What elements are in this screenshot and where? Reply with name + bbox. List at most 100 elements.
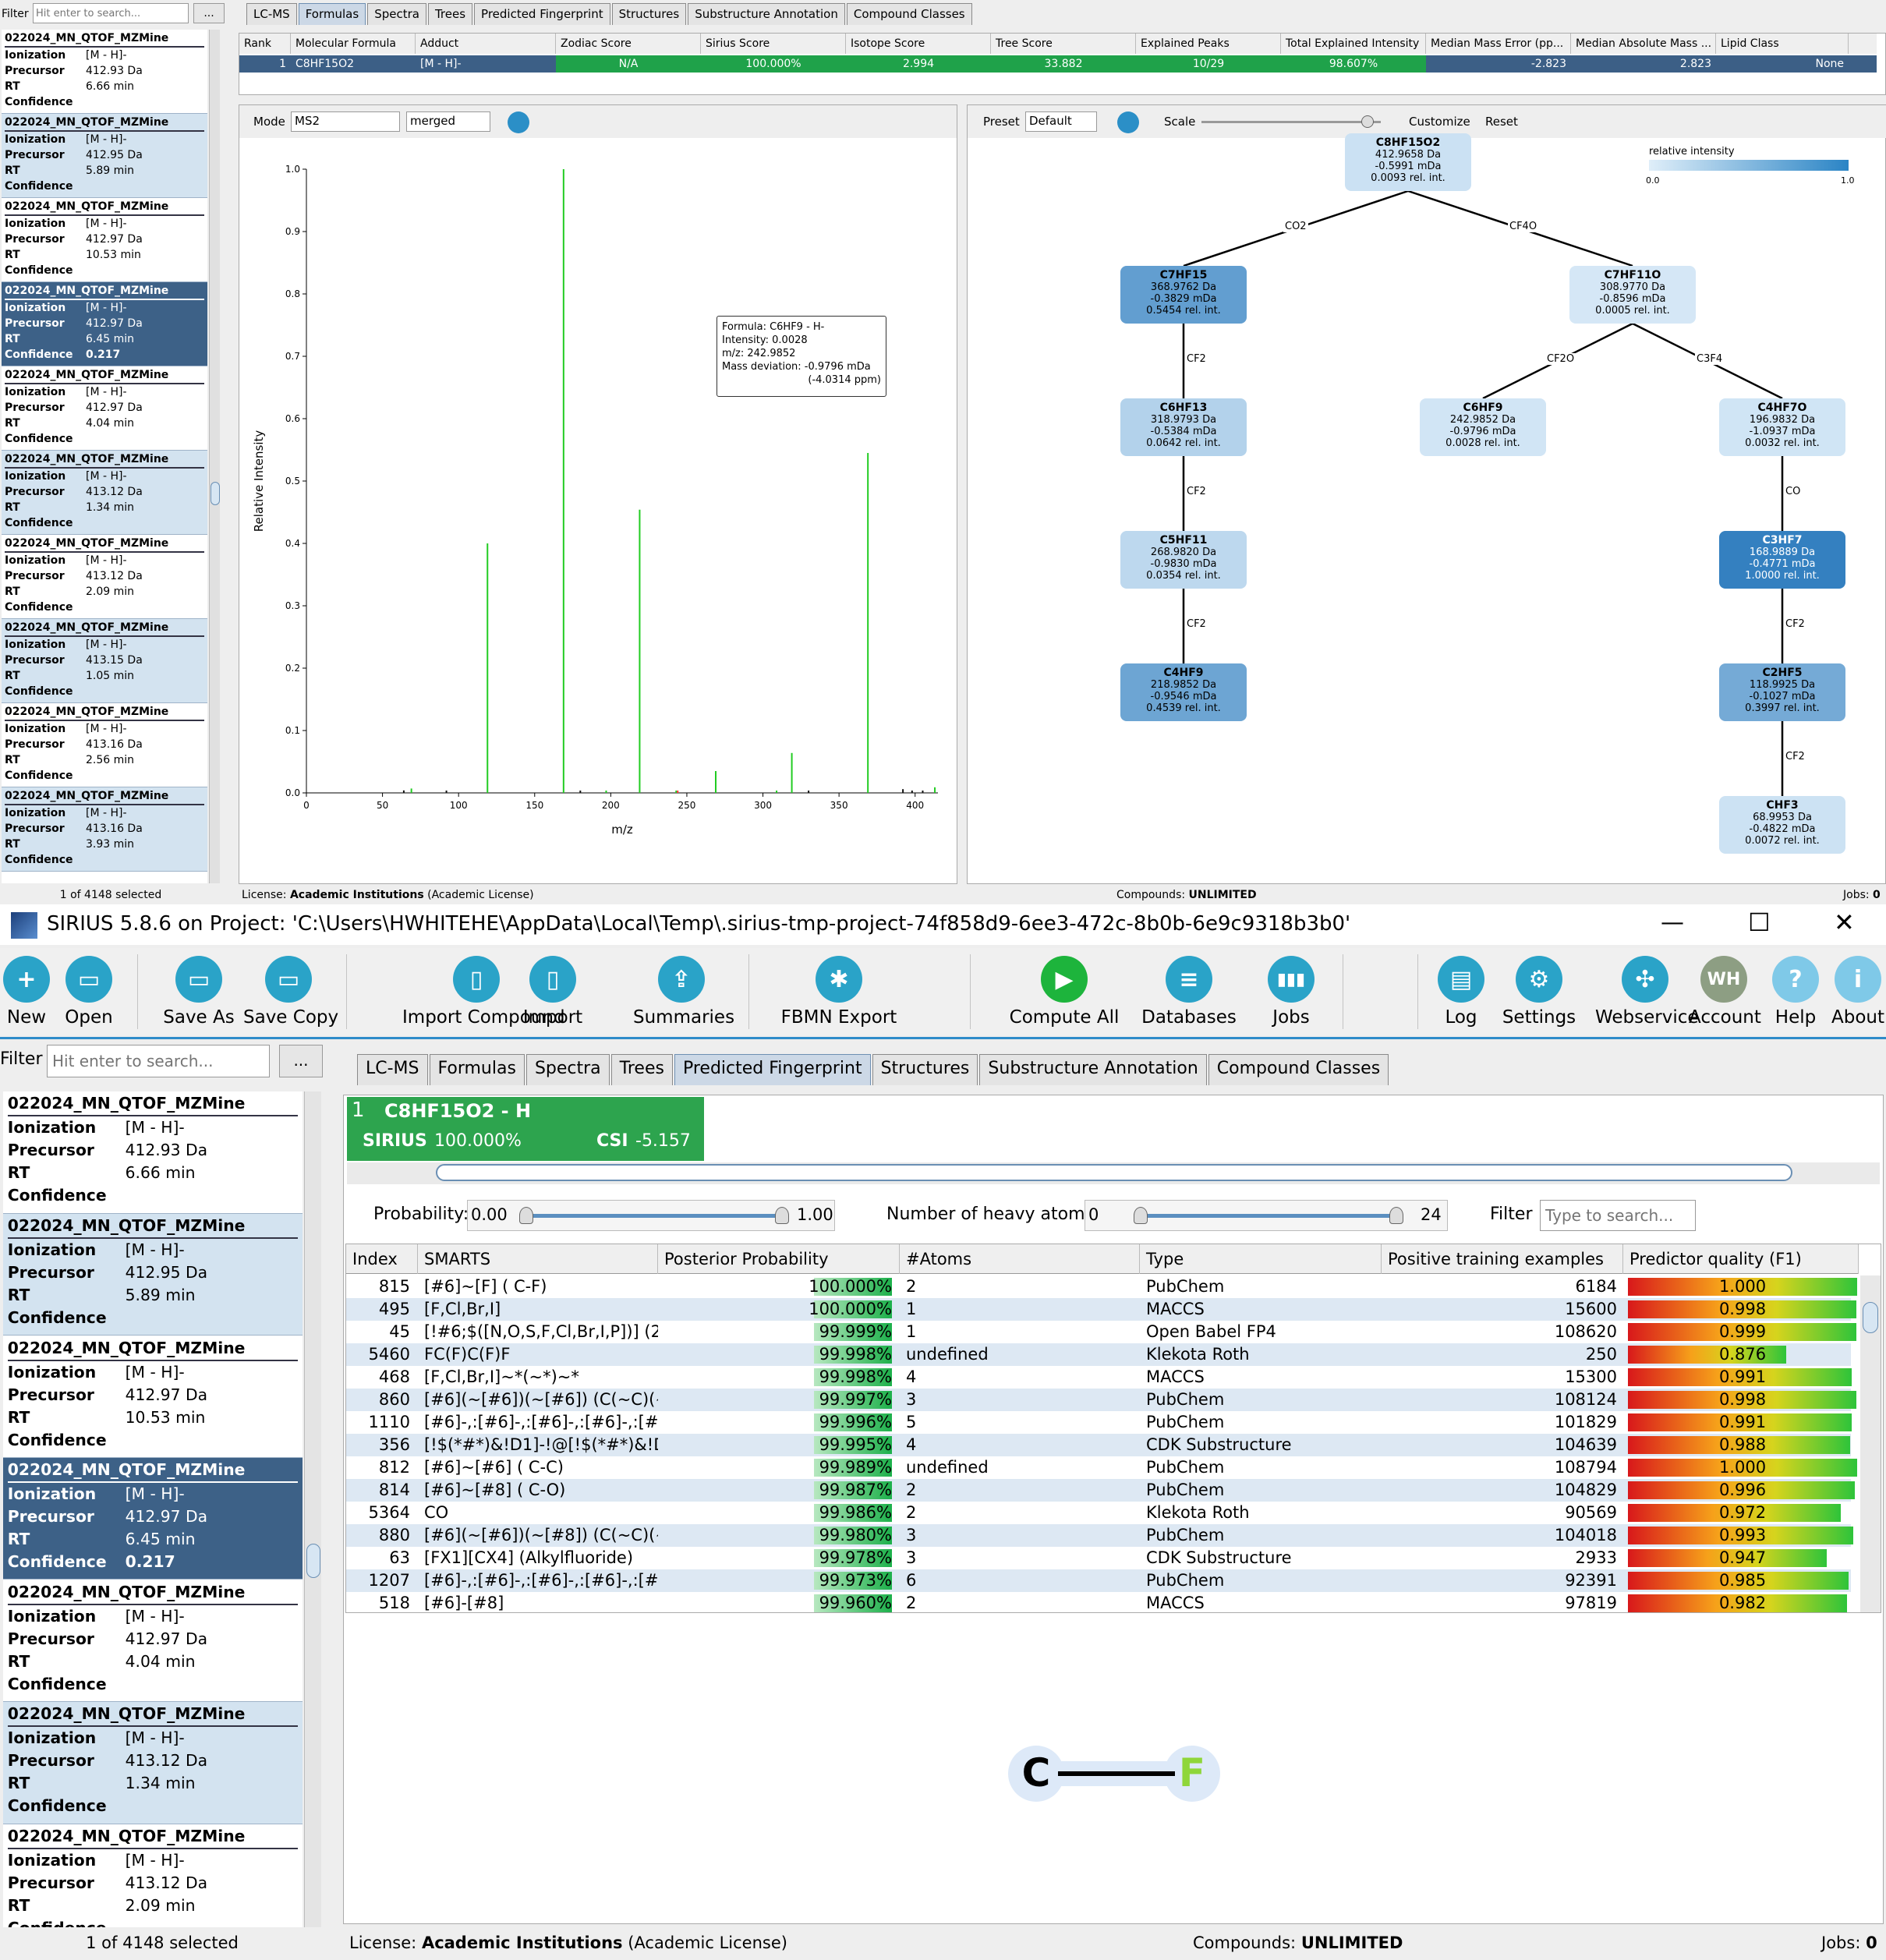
bottom-list-scrollbar[interactable] — [304, 1091, 321, 1927]
close-button[interactable]: ✕ — [1834, 907, 1855, 937]
fp-col-header[interactable]: Type — [1140, 1244, 1382, 1274]
formula-col-header[interactable]: Rank — [239, 34, 291, 54]
tree-node[interactable]: C5HF11 268.9820 Da -0.9830 mDa 0.0354 rel. … — [1120, 531, 1247, 589]
new-button[interactable]: + New — [0, 948, 59, 1032]
fp-row[interactable]: 518 [#6]-[#8] 99.960% 2 MACCS 97819 0.982 — [346, 1592, 1851, 1612]
compound-card[interactable]: 022024_MN_QTOF_MZMine Ionization [M - H]- P… — [3, 1213, 303, 1336]
bottom-filter-button[interactable]: ... — [279, 1045, 323, 1077]
compound-card[interactable]: 022024_MN_QTOF_MZMine Ionization [M - H]- P… — [2, 30, 207, 114]
help-button[interactable]: ? Help — [1760, 948, 1831, 1032]
fp-row[interactable]: 5364 CO 99.986% 2 Klekota Roth 90569 0.972 — [346, 1502, 1851, 1524]
scale-slider-thumb[interactable] — [1361, 115, 1374, 128]
tree-node[interactable]: C4HF7O 196.9832 Da -1.0937 mDa 0.0032 rel. … — [1719, 398, 1845, 456]
formula-col-header[interactable]: Lipid Class — [1716, 34, 1849, 54]
tree-node[interactable]: CHF3 68.9953 Da -0.4822 mDa 0.0072 rel. int… — [1719, 796, 1845, 854]
tab-formulas[interactable]: Formulas — [298, 3, 366, 25]
save-copy-button[interactable]: ▭ Save Copy — [243, 948, 338, 1032]
fp-row[interactable]: 45 [!#6;$([N,O,S,F,Cl,Br,I,P])] (2... 99.9… — [346, 1321, 1856, 1343]
tab-spectra[interactable]: Spectra — [367, 3, 426, 25]
tab-trees[interactable]: Trees — [427, 3, 473, 25]
top-formula-row[interactable]: 1 C8HF15O2 [M - H]- N/A 100.000% 2.994 33.882 1… — [239, 55, 1877, 73]
fp-col-header[interactable]: #Atoms — [900, 1244, 1140, 1274]
formula-col-header[interactable]: Explained Peaks — [1136, 34, 1281, 54]
formula-col-header[interactable]: Total Explained Intensity — [1281, 34, 1426, 54]
tab-spectra[interactable]: Spectra — [525, 1054, 610, 1085]
fp-row[interactable]: 1207 [#6]-,:[#6]-,:[#6]-,:[#6]-,:[#6]-,:.… — [346, 1569, 1851, 1592]
reset-button[interactable]: Reset — [1485, 115, 1518, 129]
compound-card[interactable]: 022024_MN_QTOF_MZMine Ionization [M - H]- P… — [2, 535, 207, 619]
minimize-button[interactable]: — — [1661, 909, 1684, 936]
tree-node[interactable]: C8HF15O2 412.9658 Da -0.5991 mDa 0.0093 rel… — [1345, 133, 1471, 191]
probability-min-thumb[interactable] — [519, 1207, 533, 1224]
bottom-filter-input[interactable] — [47, 1045, 270, 1077]
fp-row[interactable]: 1110 [#6]-,:[#6]-,:[#6]-,:[#6]-,:[#6] (..… — [346, 1411, 1852, 1434]
tab-substructure-annotation[interactable]: Substructure Annotation — [979, 1054, 1207, 1085]
compound-card[interactable]: 022024_MN_QTOF_MZMine Ionization [M - H]- P… — [3, 1457, 303, 1580]
compound-card[interactable]: 022024_MN_QTOF_MZMine Ionization [M - H]- P… — [3, 1580, 303, 1702]
formula-col-header[interactable]: Sirius Score — [701, 34, 846, 54]
top-list-scrollbar[interactable] — [209, 30, 220, 883]
maximize-button[interactable]: ☐ — [1748, 907, 1771, 937]
fp-col-header[interactable]: Predictor quality (F1) — [1623, 1244, 1859, 1274]
compound-card[interactable]: 022024_MN_QTOF_MZMine Ionization [M - H]- P… — [2, 619, 207, 703]
fp-row[interactable]: 815 [#6]~[F] ( C-F) 100.000% 2 PubChem 6184 1.… — [346, 1275, 1857, 1298]
compound-card[interactable]: 022024_MN_QTOF_MZMine Ionization [M - H]- P… — [2, 198, 207, 282]
fp-row[interactable]: 812 [#6]~[#6] ( C-C) 99.989% undefined PubCh… — [346, 1456, 1857, 1479]
top-filter-input[interactable] — [33, 3, 189, 23]
tree-node[interactable]: C2HF5 118.9925 Da -0.1027 mDa 0.3997 rel. i… — [1719, 663, 1845, 721]
heavy-atoms-max-thumb[interactable] — [1389, 1207, 1403, 1224]
compound-card[interactable]: 022024_MN_QTOF_MZMine Ionization [M - H]- P… — [3, 1701, 303, 1824]
tree-node[interactable]: C7HF15 368.9762 Da -0.3829 mDa 0.5454 rel. … — [1120, 266, 1247, 324]
fp-filter-input[interactable] — [1540, 1200, 1696, 1231]
compound-card[interactable]: 022024_MN_QTOF_MZMine Ionization [M - H]- P… — [3, 1824, 303, 1927]
tab-structures[interactable]: Structures — [872, 1054, 978, 1085]
fp-table-scroll-thumb[interactable] — [1863, 1302, 1878, 1333]
tree-node[interactable]: C3HF7 168.9889 Da -0.4771 mDa 1.0000 rel. i… — [1719, 531, 1845, 589]
formula-col-header[interactable]: Tree Score — [991, 34, 1136, 54]
heavy-atoms-track[interactable] — [1140, 1214, 1397, 1218]
bottom-compound-list[interactable]: 022024_MN_QTOF_MZMine Ionization [M - H]- P… — [3, 1091, 303, 1927]
fp-row[interactable]: 880 [#6](~[#6])(~[#8]) (C(~C)(~O)) 99.980%… — [346, 1524, 1853, 1547]
fp-row[interactable]: 495 [F,Cl,Br,I] 100.000% 1 MACCS 15600 0.998 — [346, 1298, 1856, 1321]
export-spectrum-icon[interactable] — [508, 111, 529, 133]
probability-max-thumb[interactable] — [775, 1207, 789, 1224]
scale-slider[interactable] — [1201, 121, 1381, 123]
save-as-button[interactable]: ▭ Save As — [156, 948, 242, 1032]
candidate-hscroll-thumb[interactable] — [436, 1164, 1792, 1181]
fp-row[interactable]: 63 [FX1][CX4] (Alkylfluoride) 99.978% 3 CDK … — [346, 1547, 1851, 1569]
customize-button[interactable]: Customize — [1409, 115, 1470, 129]
fp-row[interactable]: 356 [!$(*#*)&!D1]-!@[!$(*#*)&!D... 99.995%… — [346, 1434, 1851, 1456]
fp-table-scrollbar[interactable] — [1860, 1275, 1881, 1612]
tab-predicted-fingerprint[interactable]: Predicted Fingerprint — [674, 1054, 871, 1085]
jobs-button[interactable]: ▮▮▮ Jobs — [1252, 948, 1330, 1032]
compound-card[interactable]: 022024_MN_QTOF_MZMine Ionization [M - H]- P… — [3, 1091, 303, 1214]
tree-node[interactable]: C4HF9 218.9852 Da -0.9546 mDa 0.4539 rel. i… — [1120, 663, 1247, 721]
import-button[interactable]: ▯ Import — [516, 948, 589, 1032]
tab-trees[interactable]: Trees — [610, 1054, 673, 1085]
export-tree-icon[interactable] — [1117, 111, 1139, 133]
tab-substructure-annotation[interactable]: Substructure Annotation — [688, 3, 845, 25]
preset-select[interactable]: Default — [1025, 111, 1097, 132]
tab-predicted-fingerprint[interactable]: Predicted Fingerprint — [474, 3, 610, 25]
fp-col-header[interactable]: Positive training examples — [1382, 1244, 1623, 1274]
heavy-atoms-min-thumb[interactable] — [1134, 1207, 1148, 1224]
probability-range[interactable]: 0.00 1.00 — [467, 1200, 835, 1231]
probability-track[interactable] — [525, 1214, 783, 1218]
top-scroll-thumb[interactable] — [211, 482, 220, 505]
mode-select[interactable]: MS2 — [291, 111, 400, 132]
merged-select[interactable]: merged — [406, 111, 490, 132]
fp-col-header[interactable]: Index — [346, 1244, 418, 1274]
tab-compound-classes[interactable]: Compound Classes — [846, 3, 972, 25]
compound-card[interactable]: 022024_MN_QTOF_MZMine Ionization [M - H]- P… — [2, 703, 207, 787]
compound-card[interactable]: 022024_MN_QTOF_MZMine Ionization [M - H]- P… — [2, 787, 207, 872]
tab-formulas[interactable]: Formulas — [429, 1054, 525, 1085]
compound-card[interactable]: 022024_MN_QTOF_MZMine Ionization [M - H]- P… — [2, 282, 207, 366]
tab-lc-ms[interactable]: LC-MS — [357, 1054, 428, 1085]
tab-lc-ms[interactable]: LC-MS — [246, 3, 297, 25]
settings-button[interactable]: ⚙ Settings — [1500, 948, 1578, 1032]
tab-structures[interactable]: Structures — [611, 3, 687, 25]
tree-node[interactable]: C6HF9 242.9852 Da -0.9796 mDa 0.0028 rel. i… — [1420, 398, 1546, 456]
candidate-hscroll[interactable] — [347, 1162, 1880, 1184]
open-button[interactable]: ▭ Open — [56, 948, 122, 1032]
heavy-atoms-range[interactable]: 0 24 — [1085, 1200, 1448, 1231]
